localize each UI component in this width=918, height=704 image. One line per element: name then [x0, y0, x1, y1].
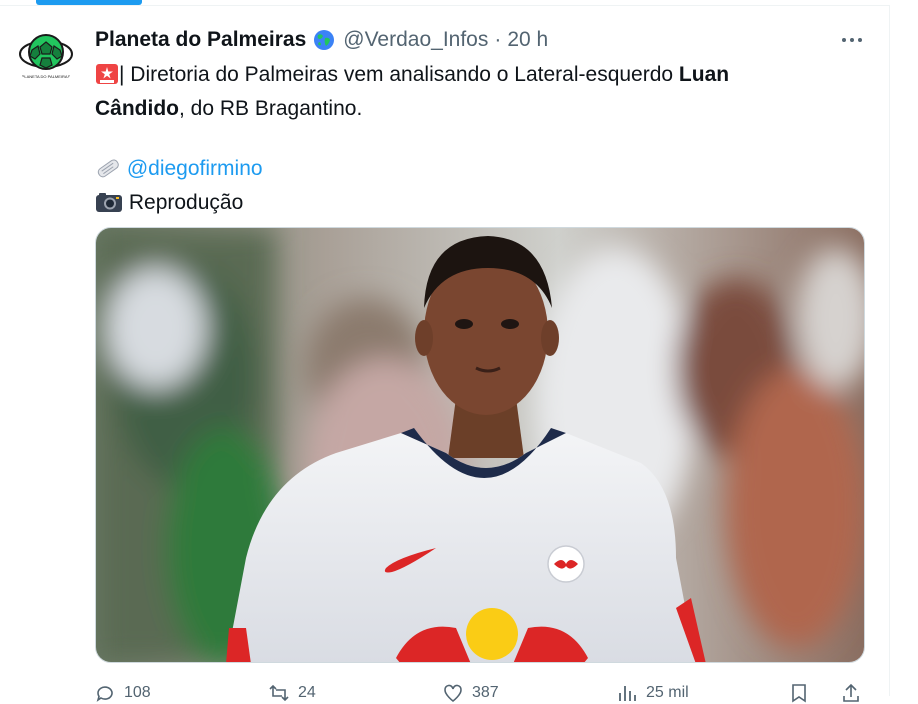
- more-icon: [850, 38, 854, 42]
- more-options-button[interactable]: [838, 30, 866, 50]
- photo-credit: Reprodução: [128, 191, 244, 214]
- globe-icon: [313, 29, 335, 51]
- share-button[interactable]: [840, 682, 862, 704]
- tweet-actions: 108 24 387 25 mil: [92, 676, 872, 703]
- like-count: 387: [472, 684, 499, 701]
- tweet-text: | Diretoria do Palmeiras vem analisando …: [95, 60, 825, 222]
- more-icon: [858, 38, 862, 42]
- author-handle[interactable]: @Verdao_Infos: [343, 28, 488, 52]
- newspaper-icon: [95, 157, 121, 188]
- reply-icon: [96, 686, 113, 702]
- player-name-last: Cândido: [95, 97, 179, 120]
- tweet-line: | Diretoria do Palmeiras vem analisando …: [95, 60, 825, 94]
- retweet-icon: [269, 684, 289, 702]
- views-button[interactable]: 25 mil: [616, 682, 689, 704]
- reply-count: 108: [124, 684, 151, 701]
- player-name-first: Luan: [678, 63, 730, 86]
- column-border: [889, 5, 890, 696]
- separator-dot: ·: [494, 28, 502, 51]
- views-count: 25 mil: [646, 684, 689, 701]
- player-photo: [96, 228, 864, 662]
- tweet-line: Reprodução: [95, 188, 825, 222]
- views-icon: [619, 686, 636, 701]
- mention-link[interactable]: @diegofirmino: [127, 157, 263, 180]
- tweet-line: Cândido, do RB Bragantino.: [95, 94, 825, 124]
- retweet-count: 24: [298, 684, 316, 701]
- bookmark-button[interactable]: [788, 682, 810, 704]
- like-button[interactable]: 387: [442, 682, 499, 704]
- tweet-header: Planeta do Palmeiras @Verdao_Infos · 20 …: [95, 26, 548, 54]
- share-icon: [843, 683, 859, 702]
- like-icon: [444, 684, 462, 703]
- bookmark-icon: [792, 684, 806, 703]
- palmeiras-logo-icon: PLANETA DO PALMEIRAS: [16, 28, 76, 88]
- retweet-button[interactable]: 24: [268, 682, 316, 704]
- avatar-logo-text: PLANETA DO PALMEIRAS: [22, 74, 71, 79]
- more-icon: [842, 38, 846, 42]
- avatar[interactable]: PLANETA DO PALMEIRAS: [16, 28, 76, 88]
- tweet-media-photo[interactable]: [95, 227, 865, 663]
- tweet-timestamp[interactable]: 20 h: [507, 28, 548, 52]
- tweet-text-segment: | Diretoria do Palmeiras vem analisando …: [119, 63, 679, 86]
- tweet-line: @diegofirmino: [95, 154, 825, 188]
- author-name[interactable]: Planeta do Palmeiras: [95, 28, 306, 52]
- divider: [0, 5, 890, 6]
- tweet-text-segment: , do RB Bragantino.: [179, 97, 363, 120]
- reply-button[interactable]: 108: [94, 682, 151, 704]
- camera-icon: [95, 191, 123, 222]
- siren-icon: [95, 63, 119, 94]
